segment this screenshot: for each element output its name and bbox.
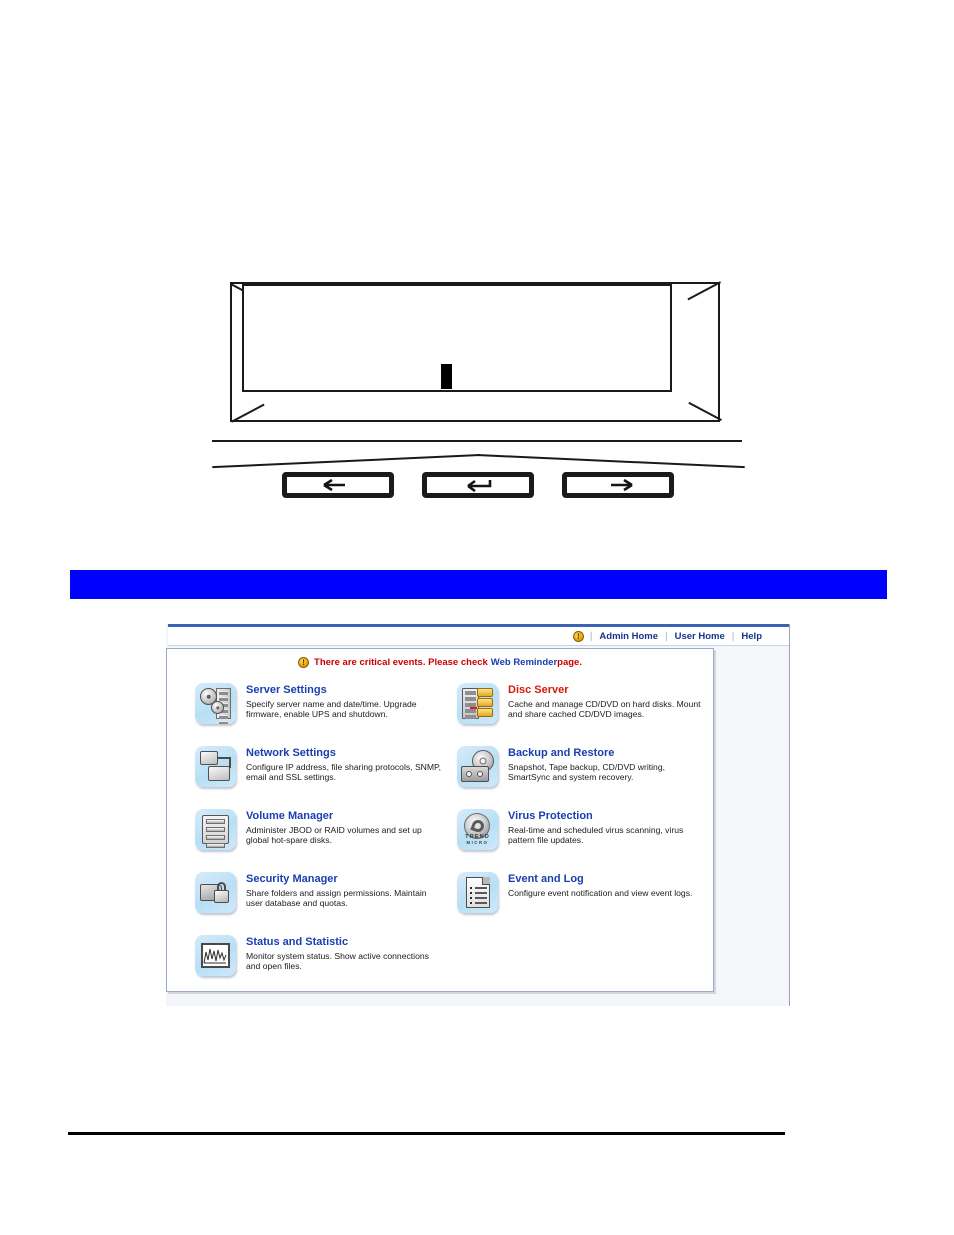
- chassis-wedge-right: [476, 454, 745, 469]
- disc-server-icon: [457, 683, 498, 724]
- nav-link-user-home[interactable]: User Home: [668, 631, 732, 642]
- menu-item-backup-and-restore[interactable]: Backup and Restore Snapshot, Tape backup…: [457, 746, 705, 808]
- menu-title-backup-and-restore: Backup and Restore: [508, 747, 615, 759]
- menu-title-security-manager: Security Manager: [246, 873, 338, 885]
- tape-cd-icon: [457, 746, 498, 787]
- menu-item-security-manager[interactable]: Security Manager Share folders and assig…: [195, 872, 443, 934]
- menu-desc-volume-manager: Administer JBOD or RAID volumes and set …: [246, 825, 422, 846]
- menu-title-disc-server: Disc Server: [508, 684, 569, 696]
- menu-title-server-settings: Server Settings: [246, 684, 327, 696]
- lcd-screen-area: [242, 284, 672, 392]
- menu-item-network-settings[interactable]: Network Settings Configure IP address, f…: [195, 746, 443, 808]
- chart-monitor-icon: [195, 935, 236, 976]
- section-heading-bar: [70, 570, 887, 599]
- enter-button[interactable]: [422, 472, 534, 498]
- menu-title-virus-protection: Virus Protection: [508, 810, 593, 822]
- menu-title-volume-manager: Volume Manager: [246, 810, 334, 822]
- lcd-cursor-block: [441, 364, 452, 389]
- menu-desc-network-settings: Configure IP address, file sharing proto…: [246, 762, 442, 783]
- trend-word-line2: MICRO: [466, 840, 489, 845]
- nav-link-admin-home[interactable]: Admin Home: [592, 631, 665, 642]
- right-arrow-button[interactable]: [562, 472, 674, 498]
- network-computers-icon: [195, 746, 236, 787]
- footer-divider-rule: [68, 1132, 785, 1135]
- critical-banner-text-after: page.: [557, 657, 582, 668]
- menu-item-status-and-statistic[interactable]: Status and Statistic Monitor system stat…: [195, 935, 443, 997]
- menu-desc-backup-and-restore: Snapshot, Tape backup, CD/DVD writing, S…: [508, 762, 665, 783]
- trend-micro-wordmark: TREND MICRO: [457, 834, 498, 846]
- admin-menu-grid: Server Settings Specify server name and …: [167, 683, 713, 998]
- menu-item-virus-protection[interactable]: TREND MICRO Virus Protection Real-time a…: [457, 809, 705, 871]
- menu-desc-status-and-statistic: Monitor system status. Show active conne…: [246, 951, 429, 972]
- menu-item-server-settings[interactable]: Server Settings Specify server name and …: [195, 683, 443, 745]
- menu-desc-security-manager: Share folders and assign permissions. Ma…: [246, 888, 427, 909]
- right-arrow-icon: [594, 478, 642, 492]
- lcd-front-panel-diagram: [212, 268, 745, 518]
- lcd-button-row: [282, 470, 682, 506]
- nav-link-help[interactable]: Help: [734, 631, 769, 642]
- top-navigation-bar: | Admin Home | User Home | Help: [168, 627, 789, 646]
- document-list-icon: [457, 872, 498, 913]
- menu-title-status-and-statistic: Status and Statistic: [246, 936, 349, 948]
- menu-item-volume-manager[interactable]: Volume Manager Administer JBOD or RAID v…: [195, 809, 443, 871]
- nav-links: | Admin Home | User Home | Help: [572, 630, 769, 642]
- admin-home-panel: There are critical events. Please check …: [166, 648, 714, 992]
- trend-micro-icon: TREND MICRO: [457, 809, 498, 850]
- left-arrow-icon: [314, 478, 362, 492]
- critical-events-banner: There are critical events. Please check …: [167, 657, 713, 668]
- web-admin-ui-screenshot: | Admin Home | User Home | Help There ar…: [166, 624, 790, 1006]
- menu-desc-disc-server: Cache and manage CD/DVD on hard disks. M…: [508, 699, 701, 720]
- left-arrow-button[interactable]: [282, 472, 394, 498]
- menu-item-event-and-log[interactable]: Event and Log Configure event notificati…: [457, 872, 705, 934]
- enter-arrow-icon: [454, 478, 502, 492]
- server-gears-icon: [195, 683, 236, 724]
- chassis-wedge-left: [212, 454, 481, 469]
- disk-stack-icon: [195, 809, 236, 850]
- menu-title-network-settings: Network Settings: [246, 747, 336, 759]
- menu-desc-server-settings: Specify server name and date/time. Upgra…: [246, 699, 417, 720]
- menu-desc-event-and-log: Configure event notification and view ev…: [508, 888, 693, 898]
- web-reminder-link[interactable]: Web Reminder: [491, 657, 557, 668]
- menu-desc-virus-protection: Real-time and scheduled virus scanning, …: [508, 825, 684, 846]
- warning-icon: [298, 657, 310, 668]
- menu-title-event-and-log: Event and Log: [508, 873, 584, 885]
- menu-item-disc-server[interactable]: Disc Server Cache and manage CD/DVD on h…: [457, 683, 705, 745]
- critical-banner-text-before: There are critical events. Please check: [314, 657, 488, 668]
- folder-padlock-icon: [195, 872, 236, 913]
- chassis-edge-line: [212, 440, 742, 442]
- warning-icon: [572, 630, 584, 642]
